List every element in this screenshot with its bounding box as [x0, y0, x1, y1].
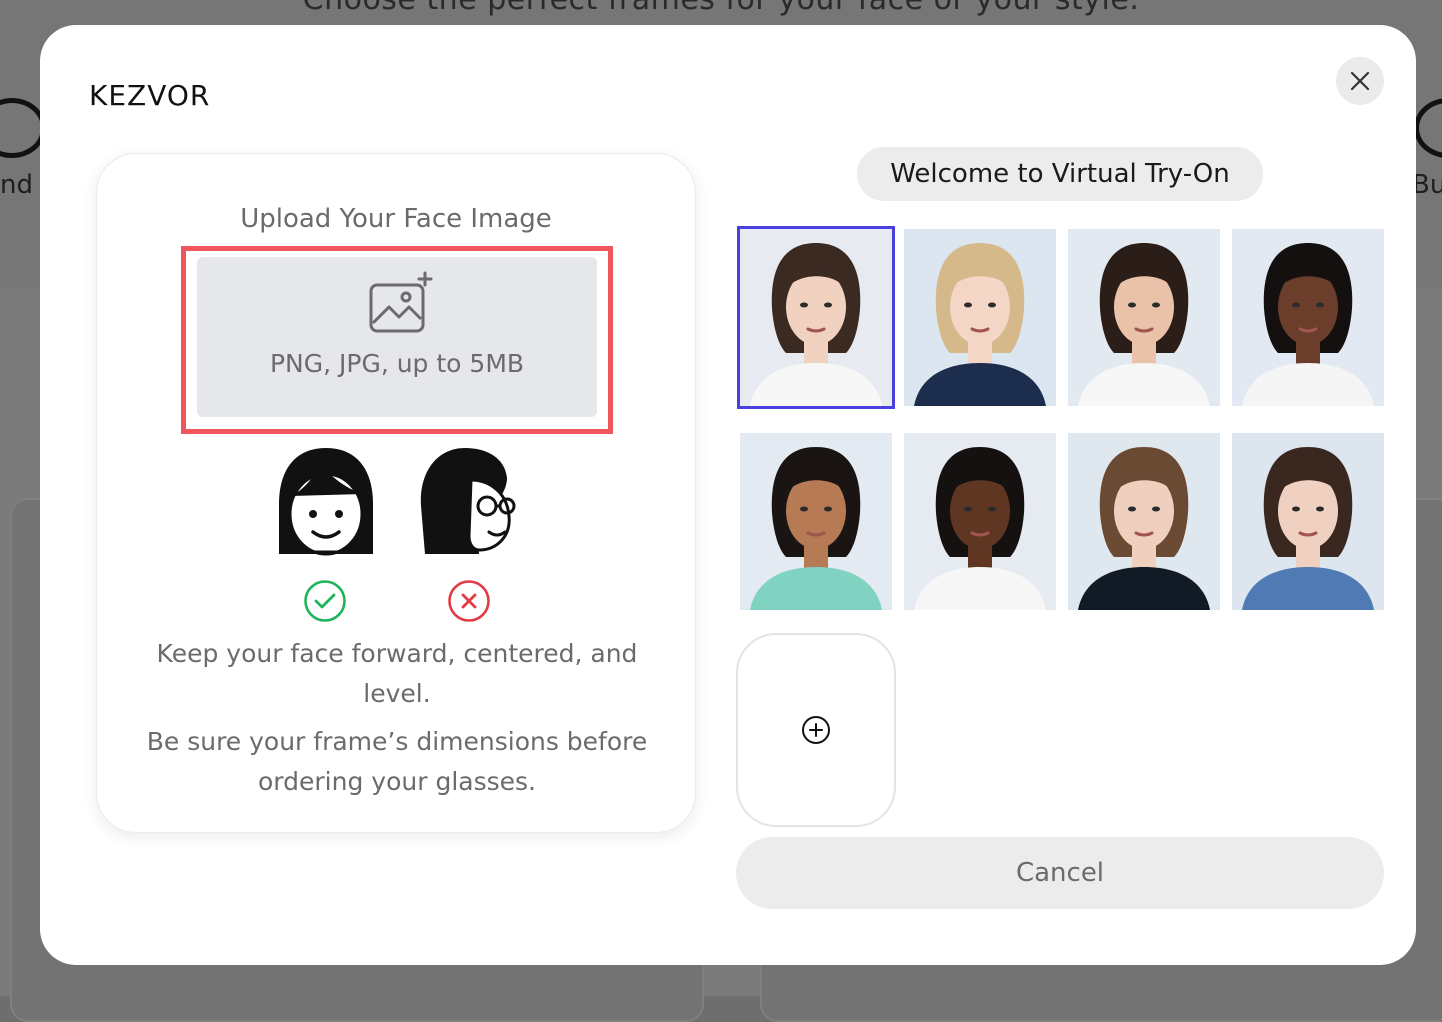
- face-forward-icon: [279, 448, 373, 556]
- model-thumbnail-8[interactable]: [1232, 433, 1384, 610]
- model-thumbnail-7[interactable]: [1068, 433, 1220, 610]
- model-thumbnail-1[interactable]: [737, 226, 895, 409]
- background-heading: Choose the perfect frames for your face …: [0, 0, 1442, 17]
- close-button[interactable]: [1336, 57, 1384, 105]
- tip-face-position: Keep your face forward, centered, and le…: [156, 639, 638, 708]
- x-icon: [448, 580, 490, 622]
- brand-logo: KEZVOR: [89, 79, 211, 112]
- cancel-button[interactable]: Cancel: [736, 837, 1384, 909]
- background-label-right: Bu: [1412, 170, 1442, 200]
- upload-title: Upload Your Face Image: [240, 204, 552, 234]
- upload-panel: Upload Your Face Image PNG, JPG, up to 5…: [96, 153, 696, 833]
- upload-formats: PNG, JPG, up to 5MB: [269, 349, 525, 378]
- check-icon: [304, 580, 346, 622]
- upload-drop-zone[interactable]: PNG, JPG, up to 5MB: [197, 257, 597, 417]
- face-turned-icon: [420, 448, 516, 554]
- tip-frame-dimensions: Be sure your frame’s dimensions before o…: [146, 727, 648, 796]
- image-add-icon: [369, 271, 433, 333]
- model-thumbnail-6[interactable]: [904, 433, 1056, 610]
- welcome-title: Welcome to Virtual Try-On: [857, 147, 1263, 201]
- model-thumbnail-2[interactable]: [904, 229, 1056, 406]
- model-thumbnail-4[interactable]: [1232, 229, 1384, 406]
- plus-circle-icon: [802, 716, 830, 744]
- add-photo-button[interactable]: [736, 633, 896, 827]
- model-thumbnail-5[interactable]: [740, 433, 892, 610]
- model-thumbnail-3[interactable]: [1068, 229, 1220, 406]
- try-on-modal: KEZVOR Upload Your Face Image PNG, JPG, …: [40, 25, 1416, 965]
- background-label-left: nd: [0, 170, 33, 200]
- close-icon: [1350, 71, 1370, 91]
